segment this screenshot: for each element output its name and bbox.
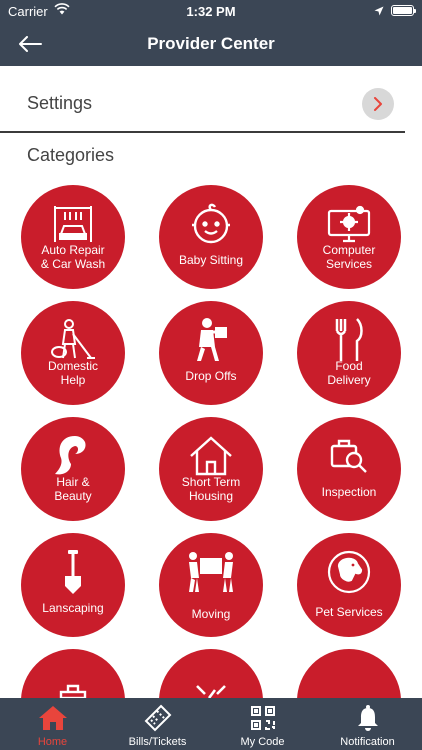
category-short-term-housing[interactable]: Short Term Housing xyxy=(159,417,263,521)
category-partial[interactable] xyxy=(21,649,125,698)
category-label: Pet Services xyxy=(315,605,383,619)
tab-home[interactable]: Home xyxy=(0,698,105,750)
tab-bar: Home Bills/Tickets My Code Notification xyxy=(0,698,422,750)
tools-icon xyxy=(159,665,263,698)
vacuum-cleaning-icon xyxy=(21,317,125,363)
home-icon xyxy=(0,704,105,732)
car-wash-icon xyxy=(21,201,125,247)
category-partial[interactable] xyxy=(297,649,401,698)
category-lanscaping[interactable]: Lanscaping xyxy=(21,533,125,637)
category-label: Moving xyxy=(191,607,231,621)
category-label: Hair & Beauty xyxy=(54,475,92,503)
inspection-magnifier-icon xyxy=(297,433,401,479)
tab-notification[interactable]: Notification xyxy=(315,698,420,750)
nav-bar: Provider Center xyxy=(0,22,422,66)
settings-label: Settings xyxy=(27,93,93,113)
settings-row[interactable]: Settings xyxy=(0,77,422,133)
location-arrow-icon xyxy=(374,4,384,19)
tab-my-code[interactable]: My Code xyxy=(210,698,315,750)
category-label: Auto Repair & Car Wash xyxy=(40,243,106,271)
categories-heading: Categories xyxy=(27,145,115,165)
category-partial[interactable] xyxy=(159,649,263,698)
computer-gear-icon xyxy=(297,201,401,247)
category-hair-beauty[interactable]: Hair & Beauty xyxy=(21,417,125,521)
tab-bills-tickets[interactable]: Bills/Tickets xyxy=(105,698,210,750)
category-moving[interactable]: Moving xyxy=(159,533,263,637)
briefcase-icon xyxy=(21,665,125,698)
category-label: Food Delivery xyxy=(327,359,371,387)
category-domestic-help[interactable]: Domestic Help xyxy=(21,301,125,405)
tab-label: Bills/Tickets xyxy=(128,736,187,748)
category-drop-offs[interactable]: Drop Offs xyxy=(159,301,263,405)
dog-icon xyxy=(297,549,401,595)
baby-face-icon xyxy=(159,201,263,247)
house-icon xyxy=(159,433,263,479)
tab-label: My Code xyxy=(240,736,285,748)
page-title: Provider Center xyxy=(147,34,275,53)
movers-box-icon xyxy=(159,549,263,595)
chevron-right-icon[interactable] xyxy=(362,88,394,120)
category-baby-sitting[interactable]: Baby Sitting xyxy=(159,185,263,289)
tab-label: Home xyxy=(37,736,68,748)
categories-grid: Auto Repair & Car Wash Baby Sitting Comp… xyxy=(0,184,422,698)
category-label: Drop Offs xyxy=(185,369,237,383)
delivery-person-icon xyxy=(159,317,263,363)
woman-hair-icon xyxy=(21,433,125,479)
category-inspection[interactable]: Inspection xyxy=(297,417,401,521)
category-computer-services[interactable]: Computer Services xyxy=(297,185,401,289)
ticket-icon xyxy=(105,704,210,732)
status-time: 1:32 PM xyxy=(186,4,236,19)
category-label: Short Term Housing xyxy=(181,475,241,503)
app-header: Carrier 1:32 PM Provider Center xyxy=(0,0,422,66)
category-pet-services[interactable]: Pet Services xyxy=(297,533,401,637)
battery-icon xyxy=(391,5,416,16)
category-label: Baby Sitting xyxy=(178,253,244,267)
status-bar: Carrier 1:32 PM xyxy=(0,0,422,22)
tab-label: Notification xyxy=(340,736,395,748)
category-label: Lanscaping xyxy=(42,601,104,615)
category-auto-repair[interactable]: Auto Repair & Car Wash xyxy=(21,185,125,289)
qr-code-icon xyxy=(210,704,315,732)
category-label: Inspection xyxy=(321,485,377,499)
divider xyxy=(0,131,405,133)
category-food-delivery[interactable]: Food Delivery xyxy=(297,301,401,405)
bell-icon xyxy=(315,704,420,732)
shovel-icon xyxy=(21,549,125,595)
category-label: Computer Services xyxy=(322,243,376,271)
category-label: Domestic Help xyxy=(47,359,98,387)
fork-knife-icon xyxy=(297,317,401,363)
